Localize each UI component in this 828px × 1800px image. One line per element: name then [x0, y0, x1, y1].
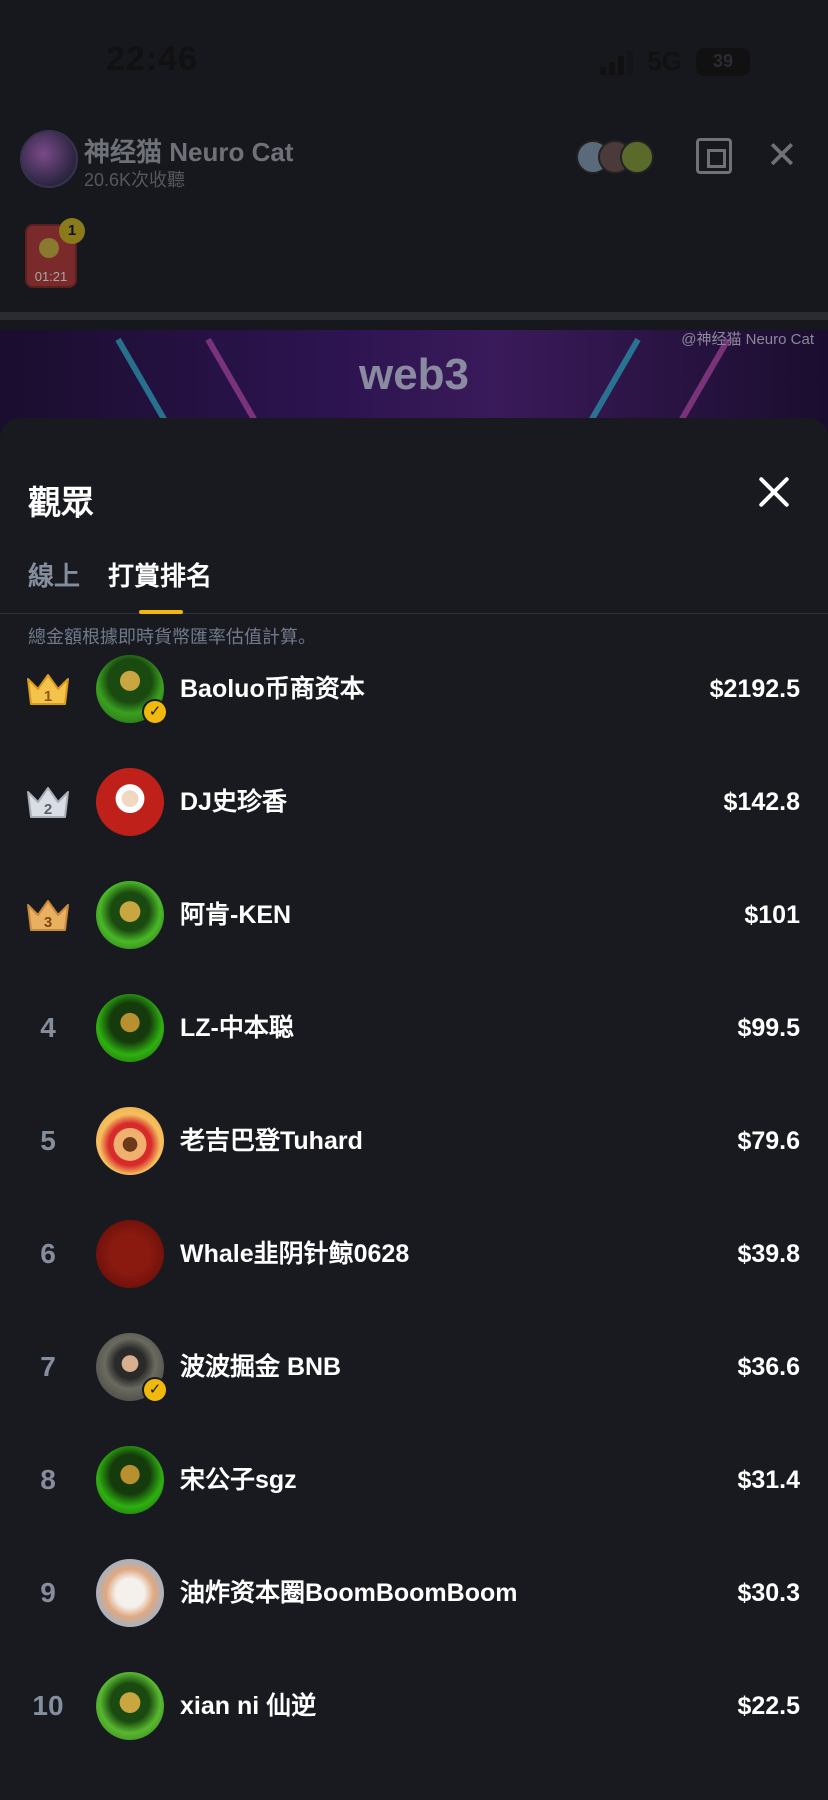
viewer-avatars[interactable] [576, 140, 656, 176]
user-name[interactable]: xian ni 仙逆 [180, 1672, 316, 1740]
rank-label: 2 [44, 801, 52, 818]
user-name[interactable]: 老吉巴登Tuhard [180, 1107, 363, 1175]
tip-amount: $99.5 [737, 1014, 800, 1042]
audience-sheet: 觀眾 線上 打賞排名 總金額根據即時貨幣匯率估值計算。 1 ✓ Baoluo币商… [0, 418, 828, 1800]
user-name[interactable]: Baoluo币商资本 [180, 655, 365, 723]
user-name[interactable]: 宋公子sgz [180, 1446, 297, 1514]
gift-timer: 01:21 [34, 269, 68, 284]
rank-number: 4 [40, 1012, 56, 1043]
host-avatar[interactable] [20, 130, 78, 188]
progress-strip [0, 312, 828, 320]
avatar[interactable] [96, 1446, 164, 1514]
rank-number: 5 [40, 1125, 56, 1156]
tip-amount: $2192.5 [709, 675, 800, 703]
avatar[interactable] [96, 1107, 164, 1175]
user-name[interactable]: 油炸资本圈BoomBoomBoom [180, 1559, 517, 1627]
status-bar: 22:46 5G 39 [0, 0, 828, 120]
rank-number: 10 [32, 1690, 64, 1721]
user-name[interactable]: 波波掘金 BNB [180, 1333, 341, 1401]
network-type: 5G [647, 46, 682, 76]
banner-title: web3 [358, 350, 470, 399]
list-item[interactable]: 9 油炸资本圈BoomBoomBoom $30.3 [0, 1559, 828, 1672]
gift-box[interactable]: 01:21 1 [25, 218, 85, 288]
verified-icon: ✓ [142, 699, 168, 725]
rank-label: 3 [44, 914, 52, 931]
coin-icon [39, 238, 59, 258]
minimize-icon[interactable] [696, 138, 732, 174]
rank-number: 9 [40, 1577, 56, 1608]
tip-amount: $36.6 [737, 1353, 800, 1381]
avatar[interactable] [96, 1672, 164, 1740]
avatar[interactable] [96, 994, 164, 1062]
gold-crown-icon: 1 [27, 674, 69, 705]
stream-header: 神经猫 Neuro Cat 20.6K次收聽 ✕ [20, 128, 810, 192]
watermark: @神经猫 Neuro Cat [681, 331, 814, 348]
active-tab-indicator [139, 610, 183, 614]
list-item[interactable]: 7 ✓ 波波掘金 BNB $36.6 [0, 1333, 828, 1446]
list-item[interactable]: 4 LZ-中本聪 $99.5 [0, 994, 828, 1107]
signal-icon [600, 49, 634, 75]
battery-icon: 39 [696, 47, 750, 76]
tab-bar: 線上 打賞排名 [0, 556, 828, 614]
list-item[interactable]: 3 阿肯-KEN $101 [0, 881, 828, 994]
user-name[interactable]: DJ史珍香 [180, 768, 287, 836]
user-name[interactable]: 阿肯-KEN [180, 881, 291, 949]
user-name[interactable]: Whale韭阴针鲸0628 [180, 1220, 409, 1288]
page: 22:46 5G 39 神经猫 Neuro Cat 20.6K次收聽 ✕ 01:… [0, 0, 828, 1800]
tip-amount: $142.8 [723, 788, 800, 816]
tab-online[interactable]: 線上 [28, 556, 80, 593]
rank-label: 1 [44, 688, 52, 705]
close-stream-icon[interactable]: ✕ [766, 134, 798, 178]
list-item[interactable]: 10 xian ni 仙逆 $22.5 [0, 1672, 828, 1785]
tip-amount: $30.3 [737, 1579, 800, 1607]
status-indicators: 5G 39 [600, 46, 750, 77]
avatar [620, 140, 654, 174]
close-icon[interactable] [752, 470, 796, 514]
verified-icon: ✓ [142, 1377, 168, 1403]
list-item[interactable]: 2 DJ史珍香 $142.8 [0, 768, 828, 881]
user-name[interactable]: LZ-中本聪 [180, 994, 294, 1062]
tip-amount: $31.4 [737, 1466, 800, 1494]
sheet-title: 觀眾 [28, 484, 94, 521]
host-name[interactable]: 神经猫 Neuro Cat [84, 132, 293, 169]
avatar[interactable] [96, 1559, 164, 1627]
bronze-crown-icon: 3 [27, 900, 69, 931]
gift-count-badge: 1 [59, 218, 85, 244]
live-stream-background: 22:46 5G 39 神经猫 Neuro Cat 20.6K次收聽 ✕ 01:… [0, 0, 828, 440]
list-item[interactable]: 5 老吉巴登Tuhard $79.6 [0, 1107, 828, 1220]
tip-amount: $101 [744, 901, 800, 929]
list-item[interactable]: 8 宋公子sgz $31.4 [0, 1446, 828, 1559]
list-item[interactable]: 1 ✓ Baoluo币商资本 $2192.5 [0, 655, 828, 768]
silver-crown-icon: 2 [27, 787, 69, 818]
ranking-note: 總金額根據即時貨幣匯率估值計算。 [28, 627, 316, 647]
tip-amount: $39.8 [737, 1240, 800, 1268]
tip-amount: $22.5 [737, 1692, 800, 1720]
ranking-list: 1 ✓ Baoluo币商资本 $2192.5 2 DJ史珍香 $142.8 3 … [0, 655, 828, 1785]
battery-level: 39 [712, 51, 734, 71]
rank-number: 6 [40, 1238, 56, 1269]
avatar[interactable] [96, 1220, 164, 1288]
rank-number: 8 [40, 1464, 56, 1495]
rank-number: 7 [40, 1351, 56, 1382]
host-listen-count: 20.6K次收聽 [84, 170, 186, 190]
status-time: 22:46 [106, 40, 198, 78]
avatar[interactable] [96, 881, 164, 949]
list-item[interactable]: 6 Whale韭阴针鲸0628 $39.8 [0, 1220, 828, 1333]
avatar[interactable] [96, 768, 164, 836]
tip-amount: $79.6 [737, 1127, 800, 1155]
tab-tip-ranking[interactable]: 打賞排名 [108, 556, 212, 593]
